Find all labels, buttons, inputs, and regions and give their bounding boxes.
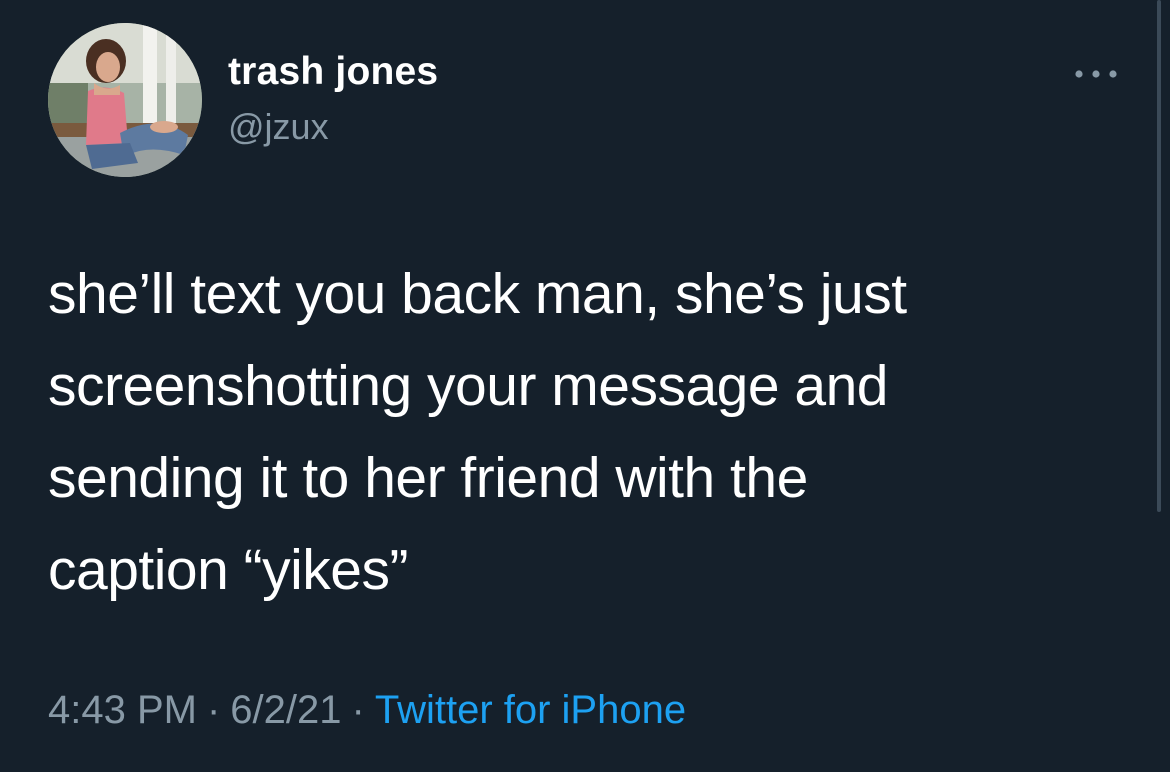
tweet-meta: 4:43 PM · 6/2/21 · Twitter for iPhone [48,688,686,733]
meta-separator: · [351,688,365,732]
display-name[interactable]: trash jones [228,50,438,94]
user-handle[interactable]: @jzux [228,106,329,148]
more-horizontal-icon[interactable] [1074,64,1118,84]
tweet-text-line: caption “yikes” [48,538,408,602]
tweet-text-line: she’ll text you back man, she’s just [48,262,907,326]
tweet-text-line: screenshotting your message and [48,354,889,418]
meta-separator: · [206,688,221,732]
tweet-time[interactable]: 4:43 PM [48,688,197,732]
tweet-text-line: sending it to her friend with the [48,446,808,510]
scrollbar[interactable] [1157,0,1161,512]
tweet-source-link[interactable]: Twitter for iPhone [375,688,686,732]
tweet-text: she’ll text you back man, she’s just scr… [48,248,1048,616]
tweet-date[interactable]: 6/2/21 [230,688,341,732]
avatar[interactable] [48,23,202,177]
